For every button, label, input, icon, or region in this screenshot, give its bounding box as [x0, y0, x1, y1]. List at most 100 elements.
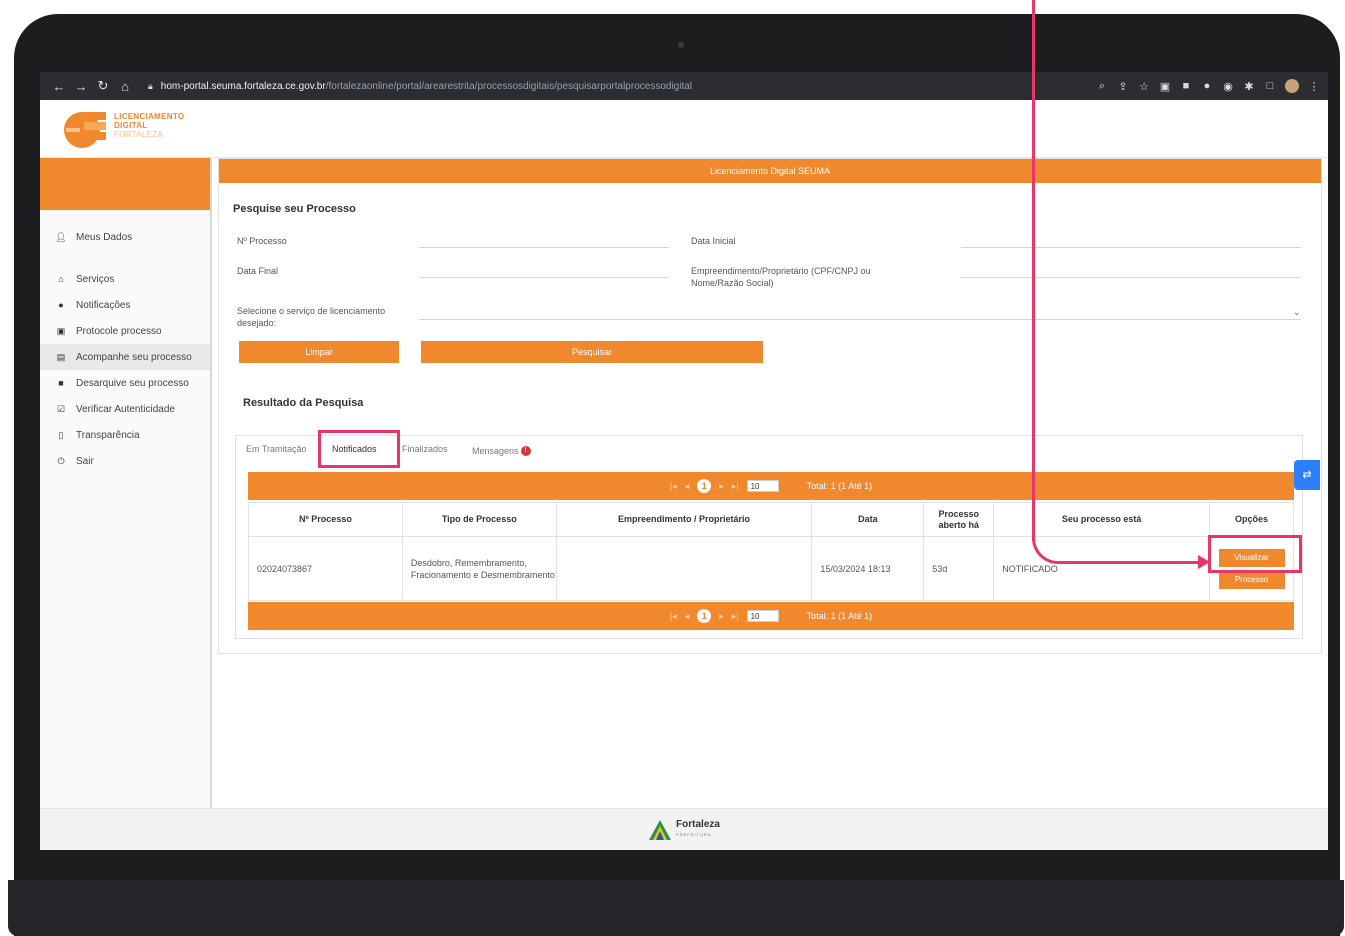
puzzle-icon[interactable]: ✱: [1243, 80, 1255, 93]
prev-page-icon[interactable]: ◂: [685, 611, 690, 622]
first-page-icon[interactable]: |◂: [670, 611, 677, 622]
cell-tipo: Desdobro, Remembramento, Fracionamento e…: [401, 536, 557, 601]
browser-extension-icons: ⌕ ⇪ ☆ ▣ ■ ● ◉ ✱ □ ⋮: [1096, 72, 1320, 100]
result-heading: Resultado da Pesquisa: [243, 397, 364, 409]
next-page-icon[interactable]: ▸: [719, 481, 724, 492]
limpar-button[interactable]: Limpar: [239, 341, 399, 363]
forward-arrow-icon[interactable]: →: [70, 79, 92, 94]
sidebar-item-label: Sair: [76, 455, 94, 467]
tab-mensagens[interactable]: Mensagens!: [472, 446, 531, 456]
per-page-select[interactable]: 10: [746, 610, 779, 622]
tab-em-tramitacao[interactable]: Em Tramitação: [246, 444, 307, 454]
cell-data: 15/03/2024 18:13: [811, 536, 925, 601]
url-host: hom-portal.seuma.fortaleza.ce.gov.br: [160, 80, 326, 92]
tab-finalizados[interactable]: Finalizados: [402, 444, 448, 454]
user-icon: 👤︎: [55, 231, 67, 242]
archive-icon: ■: [58, 378, 64, 388]
alert-badge-icon: !: [520, 446, 531, 456]
numero-processo-input[interactable]: [419, 247, 669, 248]
label-numero-processo: Nº Processo: [237, 236, 287, 246]
camera-dot: [678, 42, 684, 48]
sidebar: 👤︎ Meus Dados ⌂ Serviços ● Notificações …: [40, 158, 212, 808]
alert-icon: ●: [58, 300, 64, 310]
servico-select[interactable]: [419, 319, 1301, 320]
highlight-visualizar-button: [1208, 535, 1302, 573]
sidebar-item-label: Verificar Autenticidade: [76, 403, 175, 415]
logo-line-3: FORTALEZA: [114, 130, 164, 139]
star-icon[interactable]: ☆: [1138, 80, 1150, 93]
th-tipo: Tipo de Processo: [401, 502, 557, 537]
th-empreendimento: Empreendimento / Proprietário: [555, 502, 813, 537]
last-page-icon[interactable]: ▸|: [732, 611, 739, 622]
back-arrow-icon[interactable]: ←: [48, 79, 70, 94]
licenciamento-logo-icon: [64, 112, 106, 148]
pesquisar-button[interactable]: Pesquisar: [421, 341, 763, 363]
label-data-final: Data Final: [237, 266, 279, 276]
pager-total: Total: 1 (1 Até 1): [806, 481, 873, 491]
extension-icon[interactable]: ◉: [1222, 80, 1234, 93]
list-icon: ▤: [56, 351, 66, 362]
extension-icon[interactable]: ■: [1180, 80, 1192, 92]
profile-avatar-icon[interactable]: [1285, 79, 1299, 93]
url-path: /fortalezaonline/portal/arearestrita/pro…: [325, 80, 693, 92]
first-page-icon[interactable]: |◂: [670, 481, 677, 492]
current-page[interactable]: 1: [697, 609, 712, 623]
sidepanel-icon[interactable]: □: [1264, 80, 1276, 92]
file-icon: ▯: [58, 429, 64, 440]
home-icon: ⌂: [58, 274, 64, 284]
sidebar-item-verificar[interactable]: ☑ Verificar Autenticidade: [40, 396, 210, 422]
sidebar-item-protocole[interactable]: ▣ Protocole processo: [40, 318, 210, 344]
data-final-input[interactable]: [419, 277, 669, 278]
per-page-select[interactable]: 10: [746, 480, 779, 492]
last-page-icon[interactable]: ▸|: [732, 481, 739, 492]
sidebar-banner: [40, 158, 210, 210]
cell-numero: 02024073867: [248, 536, 403, 601]
footer-logo: Fortaleza PREFEITURA: [648, 819, 720, 841]
table-header-row: Nº Processo Tipo de Processo Empreendime…: [248, 502, 1294, 537]
prev-page-icon[interactable]: ◂: [685, 481, 690, 492]
current-page[interactable]: 1: [697, 479, 712, 493]
share-icon[interactable]: ⇪: [1117, 80, 1129, 93]
sidebar-item-sair[interactable]: ⏻ Sair: [40, 448, 210, 474]
lock-icon: 🔒︎: [148, 80, 153, 91]
reload-icon[interactable]: ↻: [92, 78, 114, 94]
browser-toolbar: ← → ↻ ⌂ 🔒︎ hom-portal.seuma.fortaleza.ce…: [40, 72, 1328, 100]
sidebar-item-label: Meus Dados: [76, 231, 133, 243]
sidebar-item-label: Protocole processo: [76, 325, 162, 337]
zoom-icon[interactable]: ⌕: [1096, 80, 1108, 93]
sidebar-item-notificacoes[interactable]: ● Notificações: [40, 292, 210, 318]
extension-icon[interactable]: ●: [1201, 80, 1213, 92]
sidebar-item-label: Acompanhe seu processo: [76, 351, 192, 363]
chevron-down-icon[interactable]: ⌄: [1293, 307, 1301, 318]
logo-line-2: DIGITAL: [114, 121, 148, 130]
sidebar-item-desarquive[interactable]: ■ Desarquive seu processo: [40, 370, 210, 396]
home-browser-icon[interactable]: ⌂: [114, 79, 136, 94]
sidebar-item-acompanhe[interactable]: ▤ Acompanhe seu processo: [40, 344, 210, 370]
annotation-arrow-icon: [1198, 555, 1210, 569]
th-status: Seu processo está: [993, 502, 1210, 537]
footer-brand: Fortaleza PREFEITURA: [676, 819, 720, 840]
label-empreendimento: Empreendimento/Proprietário (CPF/CNPJ ou…: [691, 266, 871, 288]
sidebar-item-transparencia[interactable]: ▯ Transparência: [40, 422, 210, 448]
cell-status: NOTIFICADO: [993, 536, 1210, 601]
translate-icon[interactable]: ⇄: [1294, 460, 1320, 490]
annotation-line-vertical: [1032, 0, 1035, 540]
screen: ← → ↻ ⌂ 🔒︎ hom-portal.seuma.fortaleza.ce…: [40, 72, 1328, 850]
address-bar[interactable]: 🔒︎ hom-portal.seuma.fortaleza.ce.gov.br /…: [148, 81, 692, 92]
data-inicial-input[interactable]: [961, 247, 1301, 248]
extension-icon[interactable]: ▣: [1159, 80, 1171, 93]
sidebar-item-servicos[interactable]: ⌂ Serviços: [40, 266, 210, 292]
processo-button[interactable]: Processo: [1218, 570, 1285, 589]
panel-title-bar: Licenciamento Digital SEUMA: [219, 159, 1321, 183]
kebab-menu-icon[interactable]: ⋮: [1308, 80, 1320, 93]
next-page-icon[interactable]: ▸: [719, 611, 724, 622]
sidebar-item-label: Desarquive seu processo: [76, 377, 189, 389]
laptop-base: [8, 880, 1344, 936]
empreendimento-input[interactable]: [961, 277, 1301, 278]
footer-subtitle: PREFEITURA: [676, 831, 712, 837]
highlight-notificados-tab: [318, 430, 400, 468]
sidebar-item-label: Serviços: [76, 273, 115, 285]
sidebar-item-meus-dados[interactable]: 👤︎ Meus Dados: [40, 224, 210, 250]
th-data: Data: [811, 502, 925, 537]
cell-aberto: 53d: [923, 536, 995, 601]
